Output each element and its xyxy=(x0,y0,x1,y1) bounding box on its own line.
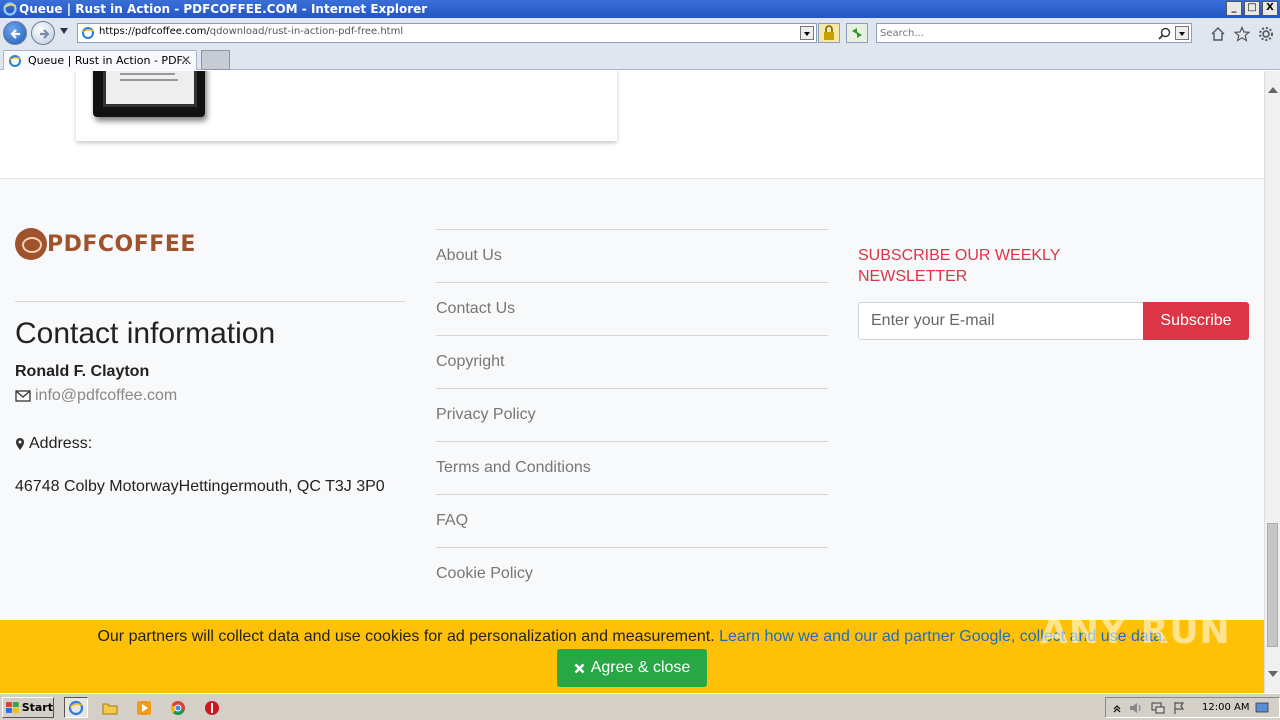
internet-explorer-icon xyxy=(68,700,84,715)
minimize-button[interactable]: _ xyxy=(1226,1,1242,16)
ie-page-icon xyxy=(82,27,94,39)
map-marker-icon xyxy=(16,438,24,450)
footer-link-privacy-policy[interactable]: Privacy Policy xyxy=(436,389,828,442)
settings-gear-icon[interactable] xyxy=(1258,26,1274,42)
address-label-text: Address: xyxy=(29,435,93,452)
contact-email: info@pdfcoffee.com xyxy=(15,387,177,405)
volume-icon[interactable] xyxy=(1128,701,1144,715)
forward-button[interactable] xyxy=(31,21,55,45)
window-controls: _ □ X xyxy=(1226,1,1278,16)
cookie-text: Our partners will collect data and use c… xyxy=(97,628,715,645)
home-icon[interactable] xyxy=(1210,26,1226,42)
stop-sign-icon xyxy=(205,700,219,715)
agree-label: Agree & close xyxy=(590,659,691,676)
footer-link-faq[interactable]: FAQ xyxy=(436,495,828,548)
browser-tab[interactable]: Queue | Rust in Action - PDF... ✕ xyxy=(3,50,197,70)
book-cover-thumbnail[interactable] xyxy=(93,71,205,117)
back-button[interactable] xyxy=(3,21,27,45)
coffee-cup-logo-icon xyxy=(15,228,47,260)
taskbar-ie-button[interactable] xyxy=(64,697,88,718)
lock-icon xyxy=(824,25,834,40)
tray-expand-icon[interactable] xyxy=(1112,702,1122,714)
footer-link-cookie-policy[interactable]: Cookie Policy xyxy=(436,548,828,601)
ie-tab-icon xyxy=(9,55,21,67)
ie-logo-icon xyxy=(3,2,17,16)
agree-close-button[interactable]: Agree & close xyxy=(557,649,707,687)
maximize-button[interactable]: □ xyxy=(1244,1,1260,16)
vertical-scrollbar[interactable] xyxy=(1264,71,1280,693)
search-provider-dropdown[interactable] xyxy=(1175,26,1189,40)
new-tab-button[interactable] xyxy=(201,50,230,70)
back-arrow-icon xyxy=(10,29,20,39)
subscribe-button[interactable]: Subscribe xyxy=(1143,302,1249,340)
address-dropdown-button[interactable] xyxy=(800,26,814,40)
windows-flag-icon xyxy=(6,701,19,713)
contact-heading: Contact information xyxy=(15,317,276,350)
footer-link-terms[interactable]: Terms and Conditions xyxy=(436,442,828,495)
text-line xyxy=(120,79,178,81)
start-label: Start xyxy=(21,701,53,714)
media-player-icon xyxy=(137,700,151,715)
page-viewport: PDFCOFFEE Contact information Ronald F. … xyxy=(0,71,1264,693)
refresh-icon xyxy=(852,28,862,38)
search-icon[interactable] xyxy=(1158,27,1171,40)
taskbar-antivirus-button[interactable] xyxy=(200,697,224,718)
newsletter-heading: SUBSCRIBE OUR WEEKLY NEWSLETTER xyxy=(858,247,1061,285)
footer-links: About Us Contact Us Copyright Privacy Po… xyxy=(436,229,828,601)
text-line xyxy=(120,73,175,75)
system-clock[interactable]: 12:00 AM xyxy=(1202,702,1249,713)
address-bar[interactable]: https://pdfcoffee.com/qdownload/rust-in-… xyxy=(77,23,817,43)
forward-arrow-icon xyxy=(40,29,50,39)
taskbar-chrome-button[interactable] xyxy=(166,697,190,718)
window-titlebar: Queue | Rust in Action - PDFCOFFEE.COM -… xyxy=(0,0,1280,18)
navigation-bar: https://pdfcoffee.com/qdownload/rust-in-… xyxy=(0,18,1280,48)
history-dropdown[interactable] xyxy=(60,28,68,34)
favorites-star-icon[interactable] xyxy=(1234,26,1250,42)
document-preview-card xyxy=(76,71,617,141)
security-lock-button[interactable] xyxy=(818,23,840,43)
refresh-button[interactable] xyxy=(846,23,868,43)
search-box xyxy=(876,23,1192,43)
system-tray: 12:00 AM xyxy=(1105,697,1280,718)
url-host: https://pdfcoffee.com/ xyxy=(99,26,210,37)
action-center-flag-icon[interactable] xyxy=(1172,701,1186,715)
chrome-icon xyxy=(170,700,185,715)
close-x-icon xyxy=(574,663,585,673)
show-desktop-icon[interactable] xyxy=(1255,702,1269,714)
contact-address: 46748 Colby MotorwayHettingermouth, QC T… xyxy=(15,478,385,495)
address-label: Address: xyxy=(15,435,92,453)
tab-title: Queue | Rust in Action - PDF... xyxy=(28,54,192,67)
folder-icon xyxy=(102,703,118,714)
footer-link-copyright[interactable]: Copyright xyxy=(436,336,828,389)
network-icon[interactable] xyxy=(1150,701,1166,715)
scroll-down-arrow-icon[interactable] xyxy=(1268,671,1278,677)
email-link[interactable]: info@pdfcoffee.com xyxy=(35,387,177,405)
window-title: Queue | Rust in Action - PDFCOFFEE.COM -… xyxy=(19,2,428,16)
taskbar-apps xyxy=(64,697,224,718)
start-button[interactable]: Start xyxy=(2,697,54,718)
windows-taskbar: Start 12:00 AM xyxy=(0,693,1280,720)
tab-bar: Queue | Rust in Action - PDF... ✕ xyxy=(0,48,1280,70)
envelope-icon xyxy=(15,390,31,402)
scroll-up-arrow-icon[interactable] xyxy=(1268,87,1278,93)
tab-close-icon[interactable]: ✕ xyxy=(181,53,191,67)
divider xyxy=(15,301,405,302)
anyrun-watermark: ANY RUN xyxy=(1040,611,1231,652)
footer-link-contact-us[interactable]: Contact Us xyxy=(436,283,828,336)
newsletter-email-input[interactable] xyxy=(858,302,1144,340)
scrollbar-thumb[interactable] xyxy=(1267,523,1278,647)
url-path: qdownload/rust-in-action-pdf-free.html xyxy=(209,26,404,37)
address-url: https://pdfcoffee.com/qdownload/rust-in-… xyxy=(99,26,403,37)
footer-link-about-us[interactable]: About Us xyxy=(436,230,828,283)
toolbar-icons xyxy=(1210,26,1274,42)
taskbar-explorer-button[interactable] xyxy=(98,697,122,718)
logo-text: PDFCOFFEE xyxy=(47,232,196,257)
taskbar-media-player-button[interactable] xyxy=(132,697,156,718)
book-page xyxy=(103,71,197,107)
contact-name: Ronald F. Clayton xyxy=(15,363,150,380)
search-input[interactable] xyxy=(880,26,1150,40)
close-window-button[interactable]: X xyxy=(1262,1,1278,16)
